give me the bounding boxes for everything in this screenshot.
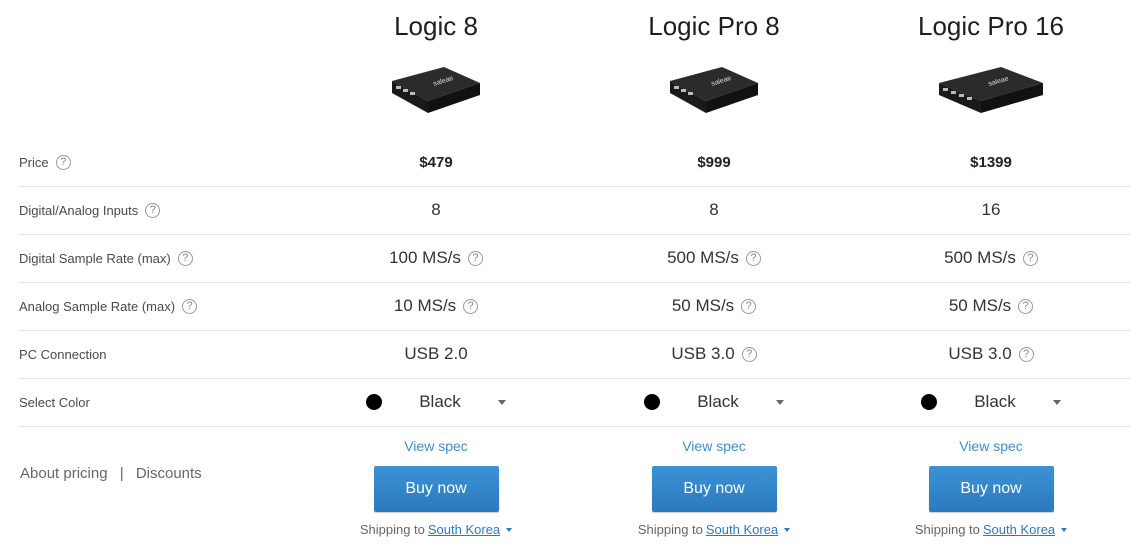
view-spec-link[interactable]: View spec [871, 434, 1111, 458]
buy-now-button[interactable]: Buy now [373, 466, 499, 512]
pc-connection-row: PC Connection USB 2.0 USB 3.0? USB 3.0? [19, 330, 1130, 379]
digital-rate-value: 100 MS/s? [316, 234, 556, 282]
help-icon[interactable]: ? [1018, 346, 1034, 362]
color-select[interactable]: Black [366, 392, 506, 412]
color-selected: Black [697, 392, 739, 411]
color-swatch [921, 394, 937, 410]
color-cell: Black [871, 378, 1111, 426]
help-icon[interactable]: ? [741, 346, 757, 362]
price-label: Price ? [19, 138, 71, 186]
color-label: Select Color [19, 394, 90, 410]
separator: | [119, 465, 124, 482]
buy-now-button[interactable]: Buy now [651, 466, 777, 512]
shipping-country-link[interactable]: South Korea [428, 522, 500, 537]
chevron-down-icon [1052, 399, 1061, 405]
pc-connection-value: USB 3.0? [871, 330, 1111, 378]
view-spec-link[interactable]: View spec [316, 434, 556, 458]
inputs-row: Digital/Analog Inputs ? 8 8 16 [19, 186, 1130, 235]
about-pricing-link[interactable]: About pricing [20, 465, 108, 482]
chevron-down-icon[interactable] [1061, 527, 1068, 532]
help-icon[interactable]: ? [1022, 250, 1038, 266]
help-icon[interactable]: ? [1018, 298, 1034, 314]
digital-rate-value: 500 MS/s? [871, 234, 1111, 282]
color-selected: Black [974, 392, 1016, 411]
color-row: Select Color Black Black Black [19, 378, 1130, 427]
color-swatch [644, 394, 660, 410]
help-icon[interactable]: ? [55, 154, 71, 170]
pc-connection-value: USB 2.0 [404, 344, 468, 363]
chevron-down-icon [497, 399, 506, 405]
view-spec-link[interactable]: View spec [594, 434, 834, 458]
analog-rate-value: 50 MS/s? [594, 282, 834, 330]
product-header-2: Logic Pro 16 saleae [871, 0, 1111, 123]
chevron-down-icon[interactable] [506, 527, 513, 532]
product-header-1: Logic Pro 8 saleae [594, 0, 834, 123]
help-icon[interactable]: ? [463, 298, 479, 314]
discounts-link[interactable]: Discounts [136, 465, 202, 482]
footer-links: About pricing | Discounts [20, 465, 202, 482]
pc-connection-value: USB 3.0? [594, 330, 834, 378]
shipping-country-link[interactable]: South Korea [983, 522, 1055, 537]
price-row: Price ? $479 $999 $1399 [19, 138, 1130, 187]
digital-rate-row: Digital Sample Rate (max) ? 100 MS/s? 50… [19, 234, 1130, 283]
analog-rate-row: Analog Sample Rate (max) ? 10 MS/s? 50 M… [19, 282, 1130, 331]
logic-device-image: saleae [670, 67, 758, 113]
product-header-0: Logic 8 saleae [316, 0, 556, 123]
cta-column-0: View spec Buy now Shipping to South Kore… [316, 434, 556, 537]
color-cell: Black [594, 378, 834, 426]
product-name: Logic Pro 16 [918, 11, 1064, 41]
analog-rate-value: 10 MS/s? [316, 282, 556, 330]
color-cell: Black [316, 378, 556, 426]
color-select[interactable]: Black [921, 392, 1061, 412]
chevron-down-icon[interactable] [784, 527, 791, 532]
color-selected: Black [419, 392, 461, 411]
inputs-value: 8 [709, 200, 719, 219]
price-value: $999 [697, 153, 731, 171]
product-name: Logic 8 [394, 11, 478, 41]
digital-rate-value: 500 MS/s? [594, 234, 834, 282]
color-select[interactable]: Black [644, 392, 784, 412]
shipping-country-link[interactable]: South Korea [706, 522, 778, 537]
shipping-info: Shipping to South Korea [594, 522, 834, 537]
inputs-label: Digital/Analog Inputs ? [19, 186, 161, 234]
inputs-value: 8 [431, 200, 441, 219]
chevron-down-icon [775, 399, 784, 405]
shipping-info: Shipping to South Korea [871, 522, 1111, 537]
help-icon[interactable]: ? [745, 250, 761, 266]
shipping-info: Shipping to South Korea [316, 522, 556, 537]
cta-column-1: View spec Buy now Shipping to South Kore… [594, 434, 834, 537]
help-icon[interactable]: ? [182, 298, 198, 314]
inputs-value: 16 [981, 200, 1001, 219]
help-icon[interactable]: ? [467, 250, 483, 266]
buy-now-button[interactable]: Buy now [928, 466, 1054, 512]
help-icon[interactable]: ? [741, 298, 757, 314]
cta-column-2: View spec Buy now Shipping to South Kore… [871, 434, 1111, 537]
digital-rate-label: Digital Sample Rate (max) ? [19, 234, 193, 282]
product-name: Logic Pro 8 [648, 11, 780, 41]
color-swatch [366, 394, 382, 410]
price-value: $479 [419, 153, 453, 171]
analog-rate-value: 50 MS/s? [871, 282, 1111, 330]
analog-rate-label: Analog Sample Rate (max) ? [19, 282, 198, 330]
logic-device-image: saleae [939, 67, 1043, 113]
help-icon[interactable]: ? [177, 250, 193, 266]
pc-connection-label: PC Connection [19, 346, 107, 362]
logic-device-image: saleae [392, 67, 480, 113]
price-value: $1399 [970, 153, 1012, 171]
help-icon[interactable]: ? [145, 202, 161, 218]
